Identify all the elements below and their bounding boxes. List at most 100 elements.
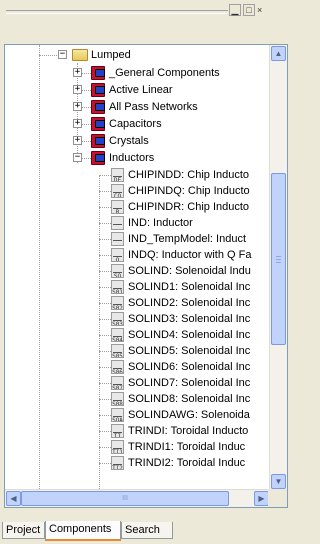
library-book-icon (91, 117, 107, 133)
inductor-icon: TI (111, 424, 127, 440)
tree-branch-line (99, 223, 111, 224)
tree-node-label: CHIPINDD: Chip Inducto (128, 169, 250, 181)
tree-node-label: INDQ: Inductor with Q Fa (128, 249, 252, 261)
tree-branch-line (99, 287, 111, 288)
tree-node-component[interactable]: S02 SOLIND2: Solenoidal Inc (5, 295, 265, 311)
scroll-right-button[interactable]: ▶ (254, 491, 269, 506)
expand-icon[interactable]: + (73, 119, 82, 128)
tree-node-label: All Pass Networks (109, 101, 198, 113)
expand-icon[interactable]: + (73, 136, 82, 145)
library-book-icon (91, 151, 107, 167)
scroll-up-button[interactable]: ▲ (271, 46, 286, 61)
tree-branch-line (99, 239, 111, 240)
tree-node-category[interactable]: + _General Components (5, 65, 265, 81)
tree-node-label: Lumped (91, 49, 131, 61)
vertical-scrollbar[interactable]: ▲ ▼ (269, 45, 287, 491)
tree-branch-line (99, 431, 111, 432)
tree-node-lumped[interactable]: − Lumped (5, 47, 265, 63)
close-button[interactable]: × (257, 4, 288, 16)
tree-node-component[interactable]: S04 SOLIND4: Solenoidal Inc (5, 327, 265, 343)
component-tree[interactable]: − Lumped + _General Components + Active Lin… (4, 44, 288, 508)
tree-node-label: TRINDI1: Toroidal Induc (128, 441, 246, 453)
tree-node-label: SOLIND1: Solenoidal Inc (128, 281, 251, 293)
library-book-icon (91, 83, 107, 99)
maximize-button[interactable]: □ (243, 4, 255, 16)
tree-node-label: TRINDI2: Toroidal Induc (128, 457, 246, 469)
tree-node-component[interactable]: TI TRINDI: Toroidal Inducto (5, 423, 265, 439)
inductor-icon: Q (111, 248, 127, 264)
tree-branch-line (39, 55, 59, 56)
vertical-scroll-thumb[interactable] (271, 173, 286, 345)
tab-components[interactable]: Components (45, 521, 121, 541)
tree-viewport: − Lumped + _General Components + Active Lin… (5, 45, 265, 491)
tree-node-category[interactable]: + All Pass Networks (5, 99, 265, 115)
tree-node-label: _General Components (109, 67, 220, 79)
tree-branch-line (99, 399, 111, 400)
titlebar-grip[interactable] (6, 10, 228, 11)
tree-branch-line (99, 207, 111, 208)
inductor-icon: DF (111, 168, 127, 184)
tree-node-label: SOLIND7: Solenoidal Inc (128, 377, 251, 389)
maximize-icon: □ (246, 4, 252, 15)
tab-search[interactable]: Search (121, 522, 173, 539)
tree-node-category[interactable]: + Capacitors (5, 116, 265, 132)
inductor-icon: S05 (111, 344, 127, 360)
tree-branch-line (99, 255, 111, 256)
tree-node-component[interactable]: SO SOLIND: Solenoidal Indu (5, 263, 265, 279)
tree-node-component[interactable]: TI1 TRINDI1: Toroidal Induc (5, 439, 265, 455)
horizontal-scroll-thumb[interactable]: III (21, 491, 229, 506)
inductor-icon: SO (111, 264, 127, 280)
tree-node-component[interactable]: S01 SOLIND1: Solenoidal Inc (5, 279, 265, 295)
inductor-icon: S06 (111, 360, 127, 376)
tree-node-label: SOLIND4: Solenoidal Inc (128, 329, 251, 341)
tree-node-component[interactable]: CQ CHIPINDQ: Chip Inducto (5, 183, 265, 199)
tree-node-category[interactable]: − Inductors (5, 150, 265, 166)
titlebar-grip-highlight (6, 13, 228, 14)
tree-node-label: SOLIND: Solenoidal Indu (128, 265, 251, 277)
tree-node-label: CHIPINDR: Chip Inducto (128, 201, 250, 213)
tree-node-component[interactable]: IND: Inductor (5, 215, 265, 231)
tree-branch-line (99, 335, 111, 336)
close-icon: × (257, 4, 263, 15)
minimize-button[interactable]: ▁ (229, 4, 241, 16)
tab-project[interactable]: Project (2, 522, 45, 539)
scroll-down-button[interactable]: ▼ (271, 474, 286, 489)
tree-node-component[interactable]: S05 SOLIND5: Solenoidal Inc (5, 343, 265, 359)
inductor-icon: CQ (111, 184, 127, 200)
collapse-icon[interactable]: − (73, 153, 82, 162)
expand-icon[interactable]: + (73, 85, 82, 94)
tree-node-component[interactable]: SOA SOLINDAWG: Solenoida (5, 407, 265, 423)
grip-icon: III (122, 495, 128, 502)
up-arrow-icon: ▲ (274, 49, 283, 58)
library-book-icon (91, 66, 107, 82)
tree-node-component[interactable]: TI2 TRINDI2: Toroidal Induc (5, 455, 265, 471)
tree-node-label: SOLIND2: Solenoidal Inc (128, 297, 251, 309)
tree-node-category[interactable]: + Active Linear (5, 82, 265, 98)
library-book-icon (91, 134, 107, 150)
tree-node-label: SOLIND5: Solenoidal Inc (128, 345, 251, 357)
folder-open-icon (72, 47, 88, 63)
tree-node-component[interactable]: Q INDQ: Inductor with Q Fa (5, 247, 265, 263)
tree-node-component[interactable]: R CHIPINDR: Chip Inducto (5, 199, 265, 215)
expand-icon[interactable]: + (73, 68, 82, 77)
tree-node-label: IND: Inductor (128, 217, 193, 229)
scroll-left-button[interactable]: ◀ (6, 491, 21, 506)
expand-icon[interactable]: + (73, 102, 82, 111)
tree-node-component[interactable]: S06 SOLIND6: Solenoidal Inc (5, 359, 265, 375)
inductor-icon: S02 (111, 296, 127, 312)
tree-node-component[interactable]: S07 SOLIND7: Solenoidal Inc (5, 375, 265, 391)
horizontal-scrollbar[interactable]: ◀ III ▶ (5, 489, 270, 507)
tree-node-component[interactable]: IND_TempModel: Induct (5, 231, 265, 247)
tree-node-label: TRINDI: Toroidal Inducto (128, 425, 249, 437)
panel-tabs: Project Components Search (0, 521, 288, 544)
tree-node-component[interactable]: S08 SOLIND8: Solenoidal Inc (5, 391, 265, 407)
collapse-icon[interactable]: − (58, 50, 67, 59)
inductor-icon: TI1 (111, 440, 127, 456)
tree-node-component[interactable]: S03 SOLIND3: Solenoidal Inc (5, 311, 265, 327)
tree-branch-line (99, 383, 111, 384)
tree-node-category[interactable]: + Crystals (5, 133, 265, 149)
tree-node-component[interactable]: DF CHIPINDD: Chip Inducto (5, 167, 265, 183)
tree-branch-line (99, 367, 111, 368)
tree-branch-line (99, 447, 111, 448)
tree-node-label: Active Linear (109, 84, 173, 96)
